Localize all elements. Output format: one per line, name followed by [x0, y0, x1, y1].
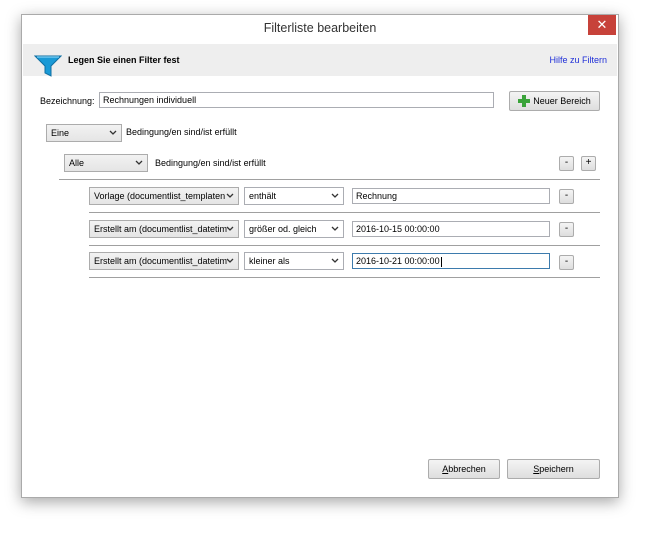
divider: [59, 179, 600, 180]
remove-group-button[interactable]: -: [559, 156, 574, 171]
outer-quantifier-value: Eine: [51, 128, 70, 138]
inner-quantifier-select[interactable]: Alle: [64, 154, 148, 172]
condition-value-field[interactable]: Rechnung: [352, 188, 550, 204]
condition-operator-value: kleiner als: [249, 256, 290, 266]
chevron-down-icon: [109, 130, 117, 135]
cancel-button[interactable]: Abbrechen: [428, 459, 500, 479]
divider: [89, 277, 600, 278]
header-title: Legen Sie einen Filter fest: [68, 55, 180, 65]
chevron-down-icon: [331, 226, 339, 231]
save-button[interactable]: Speichern: [507, 459, 600, 479]
funnel-icon: [34, 55, 62, 77]
close-icon: ✕: [596, 17, 608, 32]
help-link[interactable]: Hilfe zu Filtern: [549, 55, 607, 65]
chevron-down-icon: [331, 258, 339, 263]
condition-value-field[interactable]: 2016-10-15 00:00:00: [352, 221, 550, 237]
chevron-down-icon: [226, 226, 234, 231]
chevron-down-icon: [331, 193, 339, 198]
plus-icon: [518, 94, 531, 107]
condition-field-select[interactable]: Erstellt am (documentlist_datetim: [89, 252, 239, 270]
name-field[interactable]: Rechnungen individuell: [99, 92, 494, 108]
condition-field-value: Erstellt am (documentlist_datetim: [94, 224, 228, 234]
remove-condition-button[interactable]: -: [559, 222, 574, 237]
outer-quantifier-select[interactable]: Eine: [46, 124, 122, 142]
condition-field-value: Erstellt am (documentlist_datetim: [94, 256, 228, 266]
filter-dialog: Filterliste bearbeiten ✕ Legen Sie einen…: [21, 14, 619, 498]
condition-operator-select[interactable]: enthält: [244, 187, 344, 205]
chevron-down-icon: [135, 160, 143, 165]
name-field-value: Rechnungen individuell: [103, 95, 197, 105]
chevron-down-icon: [226, 193, 234, 198]
condition-operator-select[interactable]: kleiner als: [244, 252, 344, 270]
save-label: peichern: [539, 464, 574, 474]
condition-operator-select[interactable]: größer od. gleich: [244, 220, 344, 238]
inner-quantifier-value: Alle: [69, 158, 85, 168]
condition-operator-value: größer od. gleich: [249, 224, 317, 234]
divider: [89, 212, 600, 213]
divider: [89, 245, 600, 246]
text-caret: [440, 256, 442, 267]
new-range-button[interactable]: Neuer Bereich: [509, 91, 600, 111]
condition-value: 2016-10-21 00:00:00: [356, 256, 440, 266]
add-condition-button[interactable]: +: [581, 156, 596, 171]
inner-condition-text: Bedingung/en sind/ist erfüllt: [155, 158, 266, 168]
cancel-label: bbrechen: [448, 464, 486, 474]
window-title: Filterliste bearbeiten: [263, 21, 377, 35]
condition-field-select[interactable]: Vorlage (documentlist_templaten: [89, 187, 239, 205]
condition-field-value: Vorlage (documentlist_templaten: [94, 191, 226, 201]
chevron-down-icon: [226, 258, 234, 263]
close-button[interactable]: ✕: [588, 15, 616, 35]
outer-condition-text: Bedingung/en sind/ist erfüllt: [126, 127, 237, 137]
remove-condition-button[interactable]: -: [559, 255, 574, 270]
condition-value: Rechnung: [356, 191, 398, 201]
condition-field-select[interactable]: Erstellt am (documentlist_datetim: [89, 220, 239, 238]
remove-condition-button[interactable]: -: [559, 189, 574, 204]
header-band: Legen Sie einen Filter fest Hilfe zu Fil…: [23, 44, 617, 77]
name-label: Bezeichnung:: [40, 96, 95, 106]
condition-value: 2016-10-15 00:00:00: [356, 224, 440, 234]
condition-value-field[interactable]: 2016-10-21 00:00:00: [352, 253, 550, 269]
title-bar: Filterliste bearbeiten ✕: [22, 15, 618, 44]
condition-operator-value: enthält: [249, 191, 277, 201]
new-range-label: Neuer Bereich: [533, 96, 591, 106]
